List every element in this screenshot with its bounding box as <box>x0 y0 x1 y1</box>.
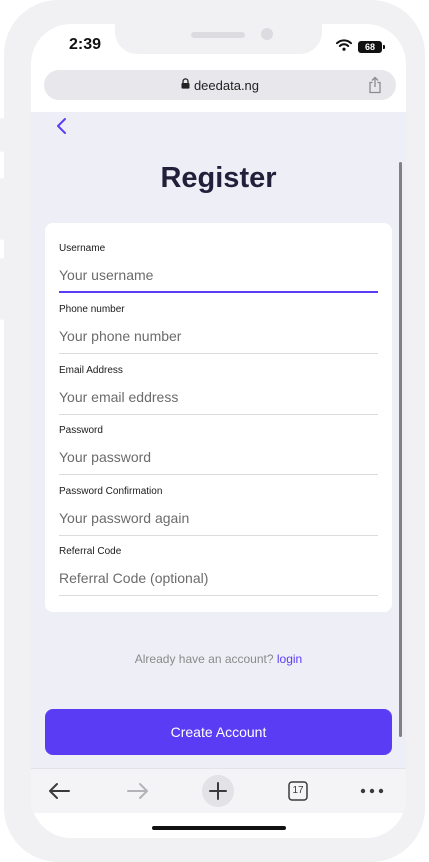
browser-toolbar: 17 <box>31 768 406 813</box>
url-text: deedata.ng <box>193 77 260 93</box>
notch <box>115 24 322 54</box>
camera <box>261 28 273 40</box>
field-label: Password <box>59 425 103 436</box>
field-underline <box>59 291 378 293</box>
home-indicator <box>152 826 286 830</box>
tabs-button[interactable]: 17 <box>282 775 314 807</box>
field-label: Password Confirmation <box>59 486 163 497</box>
email-field: Email Address <box>59 357 378 415</box>
login-prompt: Already have an account? login <box>31 652 406 666</box>
field-underline <box>59 474 378 475</box>
back-button[interactable] <box>53 114 73 138</box>
tab-count: 17 <box>292 785 304 796</box>
back-arrow-icon <box>49 783 70 799</box>
phone-input[interactable] <box>59 324 378 348</box>
address-bar[interactable]: deedata.ng <box>44 70 396 100</box>
username-field: Username <box>59 235 378 293</box>
forward-arrow-icon <box>127 783 148 799</box>
share-icon[interactable] <box>368 76 382 99</box>
login-prompt-text: Already have an account? <box>134 652 274 666</box>
password-field: Password <box>59 417 378 475</box>
phone-field: Phone number <box>59 296 378 354</box>
referral-code-input[interactable] <box>59 566 378 590</box>
new-tab-button[interactable] <box>202 775 234 807</box>
username-input[interactable] <box>59 263 378 287</box>
field-underline <box>59 414 378 415</box>
field-label: Username <box>59 243 106 254</box>
speaker <box>191 32 245 38</box>
password-confirmation-field: Password Confirmation <box>59 478 378 536</box>
page-content: Register Username Phone number Email Add… <box>31 112 406 768</box>
tabs-icon: 17 <box>288 781 308 801</box>
lock-icon <box>181 76 190 94</box>
more-icon <box>360 788 384 794</box>
login-link[interactable]: login <box>277 652 302 666</box>
battery-level: 68 <box>364 42 375 52</box>
password-input[interactable] <box>59 445 378 469</box>
password-confirmation-input[interactable] <box>59 506 378 530</box>
wifi-icon <box>336 38 352 56</box>
phone-frame: 2:39 68 deedata.ng Register Username You… <box>4 0 425 862</box>
field-label: Referral Code <box>59 546 122 557</box>
field-label: Email Address <box>59 365 123 376</box>
phone-screen: 2:39 68 deedata.ng Register Username You… <box>31 24 406 838</box>
more-button[interactable] <box>356 775 388 807</box>
status-time: 2:39 <box>69 36 102 53</box>
email-input[interactable] <box>59 385 378 409</box>
plus-icon <box>202 775 234 807</box>
scrollbar[interactable] <box>399 162 402 737</box>
referral-code-field: Referral Code <box>59 538 378 596</box>
register-form: Username Phone number Email Address Pass… <box>45 223 392 612</box>
status-icons: 68 <box>336 38 385 56</box>
page-title: Register <box>160 162 277 194</box>
forward-arrow-button[interactable] <box>122 775 154 807</box>
create-account-button[interactable]: Create Account <box>45 709 392 755</box>
back-chevron-icon <box>57 118 66 134</box>
field-label: Phone number <box>59 304 125 315</box>
field-underline <box>59 535 378 536</box>
back-arrow-button[interactable] <box>43 775 75 807</box>
field-underline <box>59 353 378 354</box>
field-underline <box>59 595 378 596</box>
battery-icon: 68 <box>358 41 385 53</box>
